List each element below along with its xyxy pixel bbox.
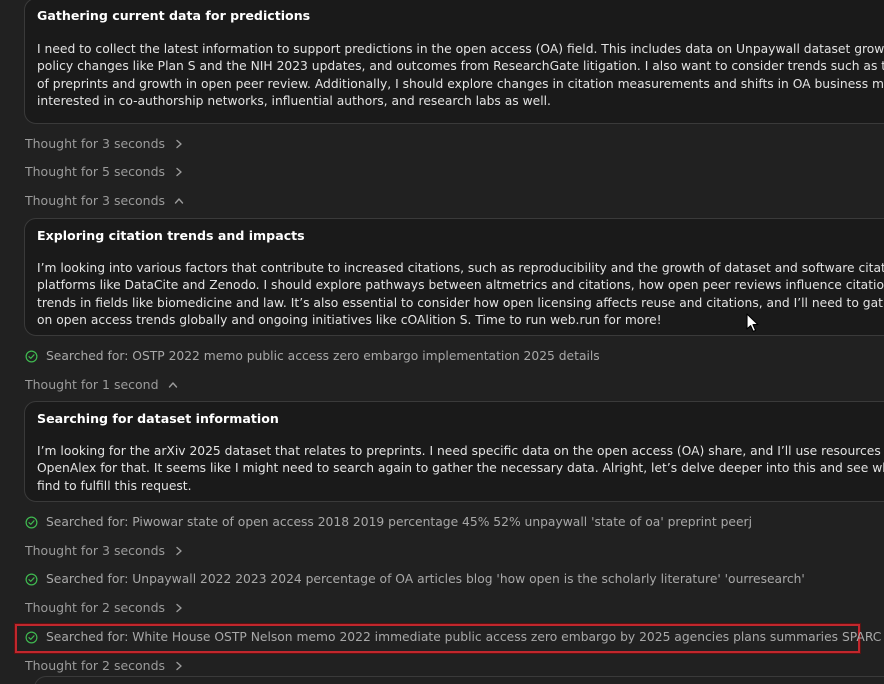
thought-card-line: I’m looking for the arXiv 2025 dataset t… [37, 444, 884, 458]
thought-toggle-label: Thought for 5 seconds [25, 164, 166, 179]
search-result-text: Searched for: Unpaywall 2022 2023 2024 p… [46, 572, 805, 586]
chevron-right-icon [176, 603, 182, 613]
thought-card-title: Gathering current data for predictions [37, 8, 311, 23]
search-result-text: Searched for: OSTP 2022 memo public acce… [46, 349, 600, 363]
thought-card-body: I need to collect the latest information… [37, 41, 884, 110]
thought-card-dataset-info: Searching for dataset information I’m lo… [24, 401, 884, 502]
thought-card-line: interested in co-authorship networks, in… [37, 93, 551, 108]
search-result-row[interactable]: Searched for: Piwowar state of open acce… [25, 513, 752, 531]
thought-card-line: policy changes like Plan S and the NIH 2… [37, 59, 884, 74]
chevron-right-icon [176, 139, 182, 149]
thought-toggle-label: Thought for 1 second [25, 377, 159, 392]
thought-toggle-label: Thought for 2 seconds [25, 658, 166, 673]
search-result-row-highlighted[interactable]: Searched for: White House OSTP Nelson me… [25, 628, 884, 646]
check-circle-icon [25, 631, 38, 643]
thought-toggle-label: Thought for 3 seconds [25, 193, 166, 208]
thought-toggle[interactable]: Thought for 1 second [25, 376, 178, 394]
chevron-right-icon [176, 661, 182, 671]
search-result-text: Searched for: White House OSTP Nelson me… [46, 630, 884, 644]
thought-card-line: OpenAlex for that. It seems like I might… [37, 461, 884, 476]
thought-card-line: trends in fields like biomedicine and la… [37, 295, 884, 310]
thought-toggle[interactable]: Thought for 3 seconds [25, 135, 184, 153]
search-result-row[interactable]: Searched for: Unpaywall 2022 2023 2024 p… [25, 570, 805, 588]
check-circle-icon [25, 350, 38, 362]
check-circle-icon [25, 516, 38, 528]
thought-card-line: I need to collect the latest information… [37, 42, 884, 56]
chevron-right-icon [176, 546, 182, 556]
thought-toggle-label: Thought for 3 seconds [25, 543, 166, 558]
thought-toggle-label: Thought for 3 seconds [25, 136, 166, 151]
search-result-text: Searched for: Piwowar state of open acce… [46, 515, 752, 529]
thought-card-partial [34, 676, 884, 684]
thought-toggle[interactable]: Thought for 2 seconds [25, 599, 184, 617]
thought-card-title: Exploring citation trends and impacts [37, 228, 305, 243]
check-circle-icon [25, 573, 38, 585]
thought-toggle[interactable]: Thought for 3 seconds [25, 192, 184, 210]
thought-card-title: Searching for dataset information [37, 411, 279, 426]
mouse-cursor-icon [746, 313, 759, 332]
chevron-up-icon [174, 198, 184, 204]
thought-toggle[interactable]: Thought for 2 seconds [25, 657, 184, 675]
chevron-up-icon [168, 382, 177, 388]
thought-toggle[interactable]: Thought for 3 seconds [25, 542, 184, 560]
thought-card-line: platforms like DataCite and Zenodo. I sh… [37, 278, 884, 293]
thought-toggle[interactable]: Thought for 5 seconds [25, 163, 184, 181]
thought-card-gathering-data: Gathering current data for predictions I… [24, 0, 884, 124]
thought-card-line: of preprints and growth in open peer rev… [37, 76, 884, 91]
thought-toggle-label: Thought for 2 seconds [25, 600, 166, 615]
thought-card-body: I’m looking for the arXiv 2025 dataset t… [37, 443, 884, 495]
reasoning-panel: Gathering current data for predictions I… [0, 0, 884, 684]
chevron-right-icon [176, 167, 182, 177]
search-result-row[interactable]: Searched for: OSTP 2022 memo public acce… [25, 347, 600, 365]
thought-card-line: find to fulfill this request. [37, 478, 192, 493]
thought-card-line: I’m looking into various factors that co… [37, 261, 884, 275]
